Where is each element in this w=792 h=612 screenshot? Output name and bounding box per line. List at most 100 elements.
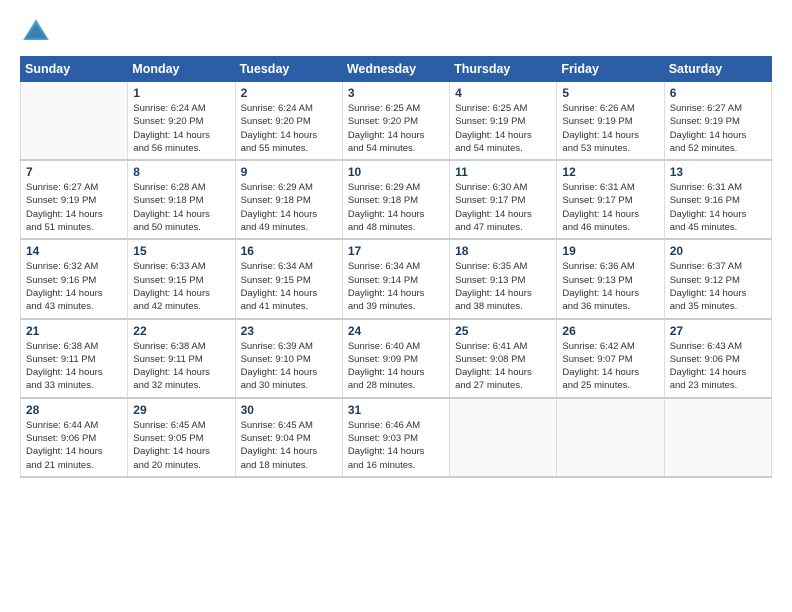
calendar-table: SundayMondayTuesdayWednesdayThursdayFrid… xyxy=(20,56,772,478)
day-info: Sunrise: 6:38 AM Sunset: 9:11 PM Dayligh… xyxy=(26,340,122,393)
day-cell: 18 Sunrise: 6:35 AM Sunset: 9:13 PM Dayli… xyxy=(450,239,557,318)
day-cell: 28 Sunrise: 6:44 AM Sunset: 9:06 PM Dayli… xyxy=(21,398,128,477)
day-number: 19 xyxy=(562,244,658,258)
col-header-sunday: Sunday xyxy=(21,57,128,82)
day-cell: 8 Sunrise: 6:28 AM Sunset: 9:18 PM Daylig… xyxy=(128,160,235,239)
day-number: 30 xyxy=(241,403,337,417)
day-info: Sunrise: 6:24 AM Sunset: 9:20 PM Dayligh… xyxy=(241,102,337,155)
day-number: 27 xyxy=(670,324,766,338)
day-number: 6 xyxy=(670,86,766,100)
day-info: Sunrise: 6:34 AM Sunset: 9:15 PM Dayligh… xyxy=(241,260,337,313)
day-number: 10 xyxy=(348,165,444,179)
day-info: Sunrise: 6:39 AM Sunset: 9:10 PM Dayligh… xyxy=(241,340,337,393)
week-row-3: 14 Sunrise: 6:32 AM Sunset: 9:16 PM Dayli… xyxy=(21,239,772,318)
day-info: Sunrise: 6:28 AM Sunset: 9:18 PM Dayligh… xyxy=(133,181,229,234)
day-cell: 15Sunrise: 6:33 AM Sunset: 9:15 PM Dayli… xyxy=(128,239,235,318)
day-number: 2 xyxy=(241,86,337,100)
day-cell: 31 Sunrise: 6:46 AM Sunset: 9:03 PM Dayli… xyxy=(342,398,449,477)
day-cell: 3 Sunrise: 6:25 AM Sunset: 9:20 PM Daylig… xyxy=(342,82,449,161)
day-number: 25 xyxy=(455,324,551,338)
day-info: Sunrise: 6:36 AM Sunset: 9:13 PM Dayligh… xyxy=(562,260,658,313)
day-info: Sunrise: 6:35 AM Sunset: 9:13 PM Dayligh… xyxy=(455,260,551,313)
day-cell: 14 Sunrise: 6:32 AM Sunset: 9:16 PM Dayli… xyxy=(21,239,128,318)
day-info: Sunrise: 6:27 AM Sunset: 9:19 PM Dayligh… xyxy=(26,181,122,234)
day-cell: 6 Sunrise: 6:27 AM Sunset: 9:19 PM Daylig… xyxy=(664,82,771,161)
day-cell: 21Sunrise: 6:38 AM Sunset: 9:11 PM Dayli… xyxy=(21,319,128,398)
day-cell: 25 Sunrise: 6:41 AM Sunset: 9:08 PM Dayli… xyxy=(450,319,557,398)
week-row-4: 21Sunrise: 6:38 AM Sunset: 9:11 PM Dayli… xyxy=(21,319,772,398)
day-info: Sunrise: 6:41 AM Sunset: 9:08 PM Dayligh… xyxy=(455,340,551,393)
day-number: 14 xyxy=(26,244,122,258)
day-cell: 16Sunrise: 6:34 AM Sunset: 9:15 PM Dayli… xyxy=(235,239,342,318)
day-info: Sunrise: 6:29 AM Sunset: 9:18 PM Dayligh… xyxy=(241,181,337,234)
day-number: 1 xyxy=(133,86,229,100)
calendar-header-row: SundayMondayTuesdayWednesdayThursdayFrid… xyxy=(21,57,772,82)
day-number: 20 xyxy=(670,244,766,258)
day-info: Sunrise: 6:31 AM Sunset: 9:16 PM Dayligh… xyxy=(670,181,766,234)
day-cell: 7 Sunrise: 6:27 AM Sunset: 9:19 PM Daylig… xyxy=(21,160,128,239)
day-info: Sunrise: 6:25 AM Sunset: 9:20 PM Dayligh… xyxy=(348,102,444,155)
day-cell: 10 Sunrise: 6:29 AM Sunset: 9:18 PM Dayli… xyxy=(342,160,449,239)
day-cell: 19 Sunrise: 6:36 AM Sunset: 9:13 PM Dayli… xyxy=(557,239,664,318)
day-info: Sunrise: 6:37 AM Sunset: 9:12 PM Dayligh… xyxy=(670,260,766,313)
day-number: 3 xyxy=(348,86,444,100)
day-info: Sunrise: 6:27 AM Sunset: 9:19 PM Dayligh… xyxy=(670,102,766,155)
col-header-friday: Friday xyxy=(557,57,664,82)
day-cell: 12 Sunrise: 6:31 AM Sunset: 9:17 PM Dayli… xyxy=(557,160,664,239)
day-number: 17 xyxy=(348,244,444,258)
day-cell: 24Sunrise: 6:40 AM Sunset: 9:09 PM Dayli… xyxy=(342,319,449,398)
week-row-1: 1 Sunrise: 6:24 AM Sunset: 9:20 PM Daylig… xyxy=(21,82,772,161)
day-cell: 26 Sunrise: 6:42 AM Sunset: 9:07 PM Dayli… xyxy=(557,319,664,398)
calendar-page: SundayMondayTuesdayWednesdayThursdayFrid… xyxy=(0,0,792,612)
day-cell xyxy=(664,398,771,477)
day-cell: 23Sunrise: 6:39 AM Sunset: 9:10 PM Dayli… xyxy=(235,319,342,398)
day-info: Sunrise: 6:31 AM Sunset: 9:17 PM Dayligh… xyxy=(562,181,658,234)
day-info: Sunrise: 6:25 AM Sunset: 9:19 PM Dayligh… xyxy=(455,102,551,155)
day-number: 12 xyxy=(562,165,658,179)
day-number: 26 xyxy=(562,324,658,338)
day-info: Sunrise: 6:45 AM Sunset: 9:04 PM Dayligh… xyxy=(241,419,337,472)
day-cell: 17Sunrise: 6:34 AM Sunset: 9:14 PM Dayli… xyxy=(342,239,449,318)
col-header-monday: Monday xyxy=(128,57,235,82)
day-cell: 11 Sunrise: 6:30 AM Sunset: 9:17 PM Dayli… xyxy=(450,160,557,239)
day-info: Sunrise: 6:43 AM Sunset: 9:06 PM Dayligh… xyxy=(670,340,766,393)
day-info: Sunrise: 6:32 AM Sunset: 9:16 PM Dayligh… xyxy=(26,260,122,313)
day-cell: 9Sunrise: 6:29 AM Sunset: 9:18 PM Daylig… xyxy=(235,160,342,239)
day-number: 22 xyxy=(133,324,229,338)
day-number: 18 xyxy=(455,244,551,258)
day-number: 4 xyxy=(455,86,551,100)
day-info: Sunrise: 6:30 AM Sunset: 9:17 PM Dayligh… xyxy=(455,181,551,234)
day-info: Sunrise: 6:40 AM Sunset: 9:09 PM Dayligh… xyxy=(348,340,444,393)
day-cell: 27 Sunrise: 6:43 AM Sunset: 9:06 PM Dayli… xyxy=(664,319,771,398)
day-number: 13 xyxy=(670,165,766,179)
col-header-saturday: Saturday xyxy=(664,57,771,82)
week-row-5: 28 Sunrise: 6:44 AM Sunset: 9:06 PM Dayli… xyxy=(21,398,772,477)
day-info: Sunrise: 6:33 AM Sunset: 9:15 PM Dayligh… xyxy=(133,260,229,313)
col-header-thursday: Thursday xyxy=(450,57,557,82)
logo xyxy=(20,16,56,48)
day-info: Sunrise: 6:42 AM Sunset: 9:07 PM Dayligh… xyxy=(562,340,658,393)
day-number: 7 xyxy=(26,165,122,179)
day-cell: 20 Sunrise: 6:37 AM Sunset: 9:12 PM Dayli… xyxy=(664,239,771,318)
day-info: Sunrise: 6:29 AM Sunset: 9:18 PM Dayligh… xyxy=(348,181,444,234)
week-row-2: 7 Sunrise: 6:27 AM Sunset: 9:19 PM Daylig… xyxy=(21,160,772,239)
day-number: 11 xyxy=(455,165,551,179)
day-cell xyxy=(557,398,664,477)
day-info: Sunrise: 6:26 AM Sunset: 9:19 PM Dayligh… xyxy=(562,102,658,155)
day-cell xyxy=(450,398,557,477)
day-number: 28 xyxy=(26,403,122,417)
col-header-tuesday: Tuesday xyxy=(235,57,342,82)
day-info: Sunrise: 6:24 AM Sunset: 9:20 PM Dayligh… xyxy=(133,102,229,155)
day-info: Sunrise: 6:44 AM Sunset: 9:06 PM Dayligh… xyxy=(26,419,122,472)
day-info: Sunrise: 6:46 AM Sunset: 9:03 PM Dayligh… xyxy=(348,419,444,472)
day-info: Sunrise: 6:45 AM Sunset: 9:05 PM Dayligh… xyxy=(133,419,229,472)
day-info: Sunrise: 6:38 AM Sunset: 9:11 PM Dayligh… xyxy=(133,340,229,393)
day-number: 29 xyxy=(133,403,229,417)
day-cell: 13 Sunrise: 6:31 AM Sunset: 9:16 PM Dayli… xyxy=(664,160,771,239)
day-cell: 4 Sunrise: 6:25 AM Sunset: 9:19 PM Daylig… xyxy=(450,82,557,161)
day-cell xyxy=(21,82,128,161)
day-number: 31 xyxy=(348,403,444,417)
col-header-wednesday: Wednesday xyxy=(342,57,449,82)
logo-icon xyxy=(20,16,52,48)
day-number: 8 xyxy=(133,165,229,179)
